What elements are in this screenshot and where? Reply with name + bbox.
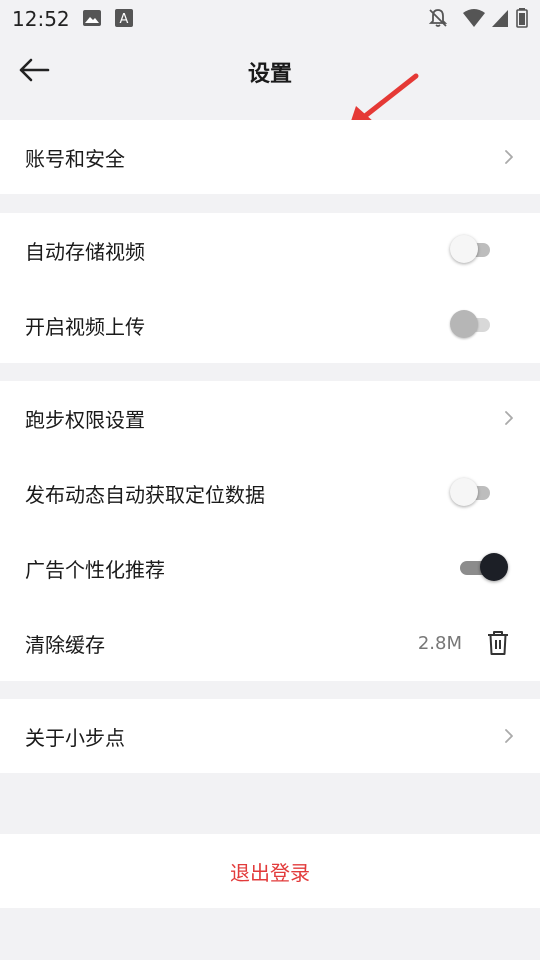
personalized-ads-row: 广告个性化推荐 [0,531,540,605]
status-bar: 12:52 A [0,0,540,36]
page-title: 设置 [247,62,292,87]
auto-save-video-toggle[interactable] [450,235,500,265]
run-permission-label: 跑步权限设置 [25,407,145,432]
video-upload-label: 开启视频上传 [25,314,145,339]
account-section: 账号和安全 [0,120,540,194]
account-security-label: 账号和安全 [25,146,125,171]
video-section: 自动存储视频 开启视频上传 [0,213,540,363]
chevron-right-icon [505,729,513,743]
wifi-icon [463,9,485,27]
location-on-post-label: 发布动态自动获取定位数据 [25,482,265,507]
image-icon [83,10,101,26]
account-security-row[interactable]: 账号和安全 [0,120,540,194]
personalized-ads-label: 广告个性化推荐 [25,557,165,582]
auto-save-video-label: 自动存储视频 [25,239,145,264]
clear-cache-label: 清除缓存 [25,632,105,657]
signal-icon [492,10,508,27]
cache-size-value: 2.8M [417,632,462,654]
chevron-right-icon [505,150,513,164]
personalized-ads-toggle[interactable] [460,553,510,583]
about-row[interactable]: 关于小步点 [0,699,540,773]
location-on-post-toggle[interactable] [450,478,500,508]
privacy-section: 跑步权限设置 发布动态自动获取定位数据 广告个性化推荐 清除缓存 2.8M [0,381,540,681]
bell-off-icon [428,9,448,27]
video-upload-row: 开启视频上传 [0,288,540,362]
logout-button[interactable]: 退出登录 [0,834,540,908]
about-label: 关于小步点 [25,725,125,750]
chevron-right-icon [505,411,513,425]
video-upload-toggle[interactable] [450,310,500,340]
location-on-post-row: 发布动态自动获取定位数据 [0,456,540,530]
app-bar: 设置 [0,36,540,104]
about-section: 关于小步点 [0,699,540,773]
battery-icon [516,8,528,28]
run-permission-row[interactable]: 跑步权限设置 [0,381,540,455]
trash-icon[interactable] [486,630,510,656]
svg-text:A: A [120,12,129,27]
auto-save-video-row: 自动存储视频 [0,213,540,287]
text-a-icon: A [115,9,133,27]
status-time: 12:52 [12,7,70,31]
clear-cache-row: 清除缓存 2.8M [0,606,540,680]
logout-section: 退出登录 [0,834,540,908]
